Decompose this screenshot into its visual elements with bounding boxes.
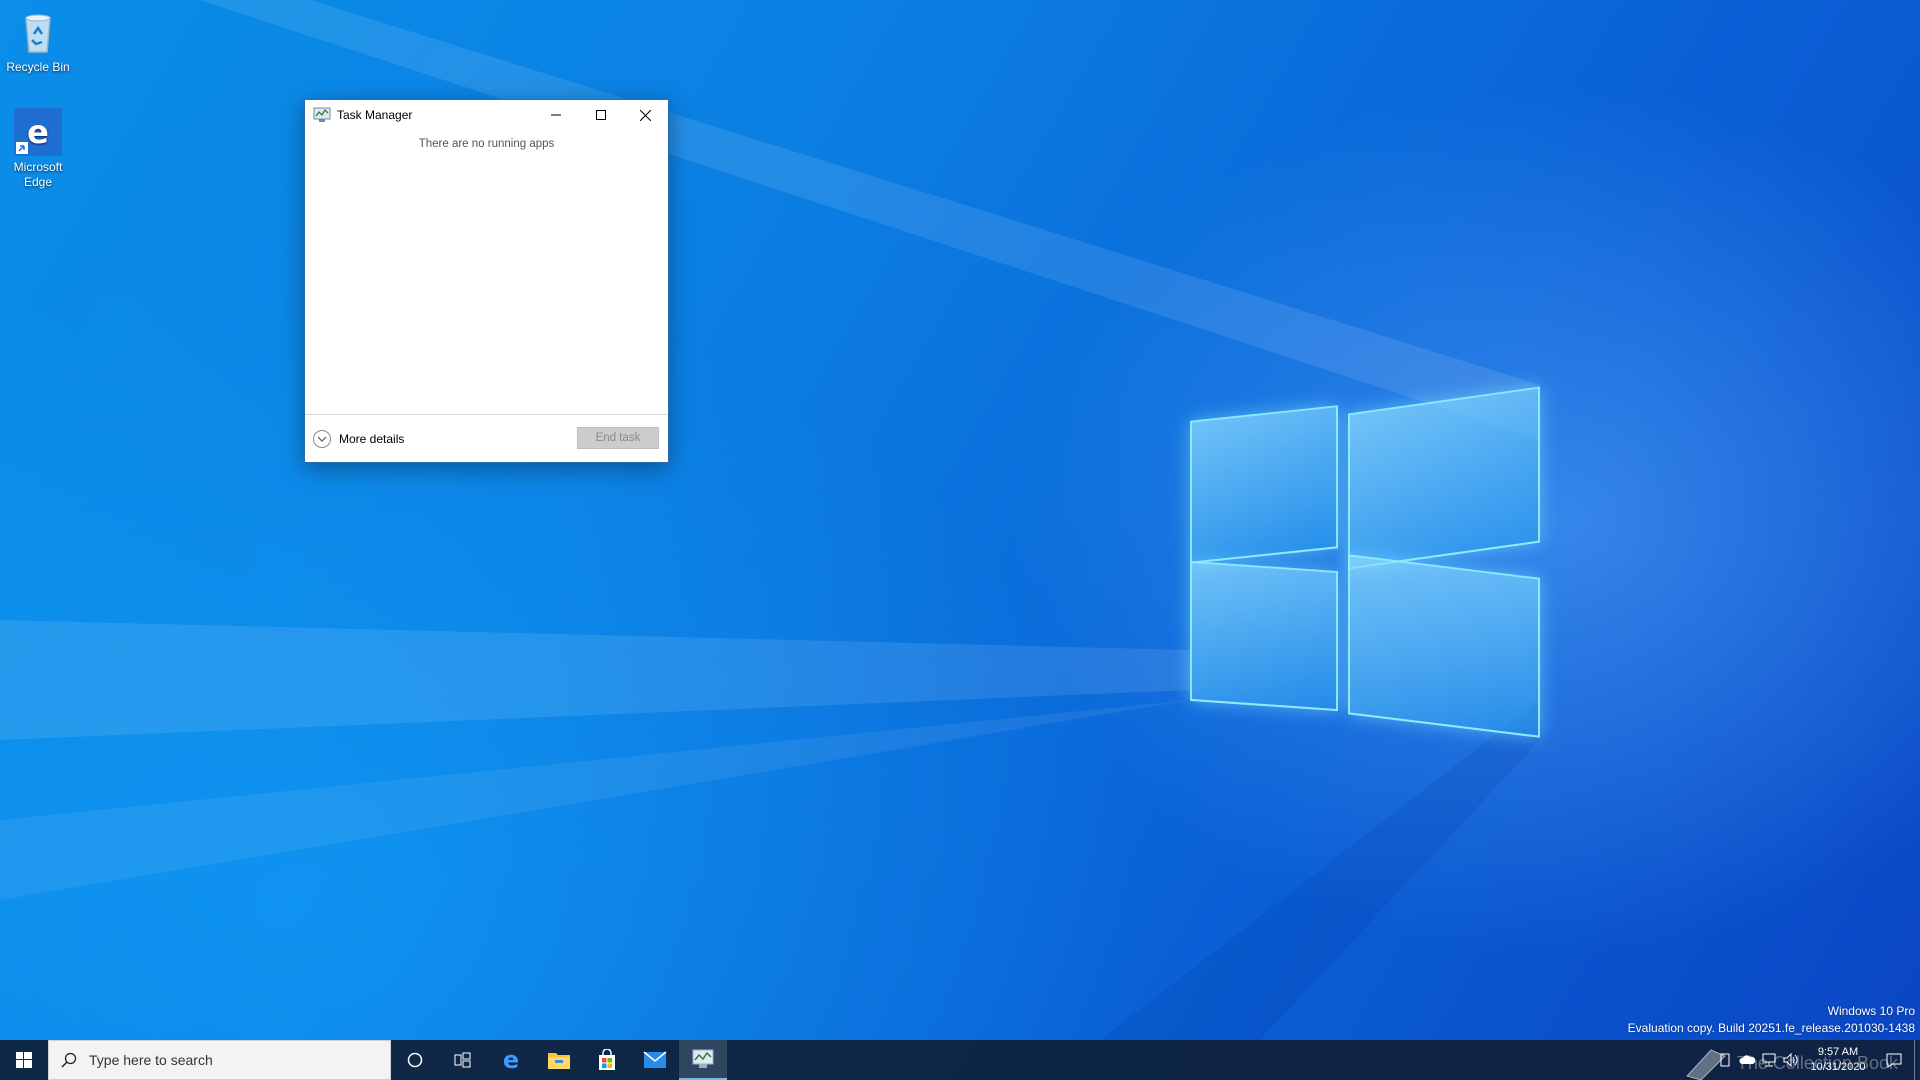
maximize-button[interactable] [578,100,623,130]
cortana-button[interactable] [391,1040,439,1080]
windows-start-icon [16,1052,32,1068]
windows-logo [1190,380,1550,740]
task-manager-window: Task Manager There are no running apps M… [304,99,669,463]
task-manager-icon [692,1049,714,1068]
maximize-icon [595,110,606,120]
taskbar-search-box[interactable]: Type here to search [48,1040,391,1080]
window-footer: More details End task [305,414,668,462]
edge-icon: e [503,1048,519,1072]
recycle-bin-icon [14,8,62,56]
mail-button[interactable] [631,1040,679,1080]
file-explorer-icon [548,1053,570,1069]
taskbar-edge-button[interactable]: e [487,1040,535,1080]
desktop: Recycle Bin e Microsoft Edge Task Manage… [0,0,1920,1040]
title-bar[interactable]: Task Manager [305,100,668,130]
empty-state-message: There are no running apps [418,138,555,150]
desktop-icon-label: Recycle Bin [6,60,70,74]
window-title: Task Manager [337,108,413,122]
svg-text:e: e [503,1048,519,1072]
minimize-button[interactable] [533,100,578,130]
task-view-button[interactable] [439,1040,487,1080]
edition-text: Windows 10 Pro [1827,1004,1915,1018]
brand-overlay-text: The Collection Book [1736,1052,1898,1073]
chevron-down-icon [313,429,331,448]
build-text: Evaluation copy. Build 20251.fe_release.… [1627,1021,1915,1035]
close-button[interactable] [623,100,668,130]
close-icon [640,109,651,121]
wallpaper-light-beams [0,0,1540,1040]
taskbar: Type here to search e 9:57 AM 10/31/2020 [0,1040,1920,1080]
evaluation-watermark: Windows 10 Pro Evaluation copy. Build 20… [1628,1003,1915,1037]
taskbar-task-manager-button[interactable] [679,1040,727,1080]
minimize-icon [550,114,561,116]
file-explorer-button[interactable] [535,1040,583,1080]
desktop-icon-edge[interactable]: e Microsoft Edge [0,108,76,190]
start-button[interactable] [0,1040,48,1080]
app-list: There are no running apps [305,130,668,415]
desktop-icon-label: Microsoft Edge [13,160,63,189]
brand-overlay: The Collection Book [1683,1046,1898,1080]
mail-icon [643,1051,667,1068]
more-details-toggle[interactable]: More details [313,429,405,448]
task-view-icon [454,1052,471,1068]
show-desktop-button[interactable] [1914,1040,1920,1080]
cortana-icon [407,1052,423,1068]
more-details-label: More details [339,431,405,446]
microsoft-store-button[interactable] [583,1040,631,1080]
store-icon [599,1049,615,1070]
search-placeholder: Type here to search [89,1052,213,1068]
svg-text:e: e [27,113,49,151]
end-task-button[interactable]: End task [577,427,659,449]
task-manager-icon [313,107,331,123]
book-logo-icon [1685,1049,1726,1080]
desktop-icon-recycle-bin[interactable]: Recycle Bin [0,8,76,75]
edge-icon: e [14,108,62,156]
search-icon [61,1052,77,1068]
